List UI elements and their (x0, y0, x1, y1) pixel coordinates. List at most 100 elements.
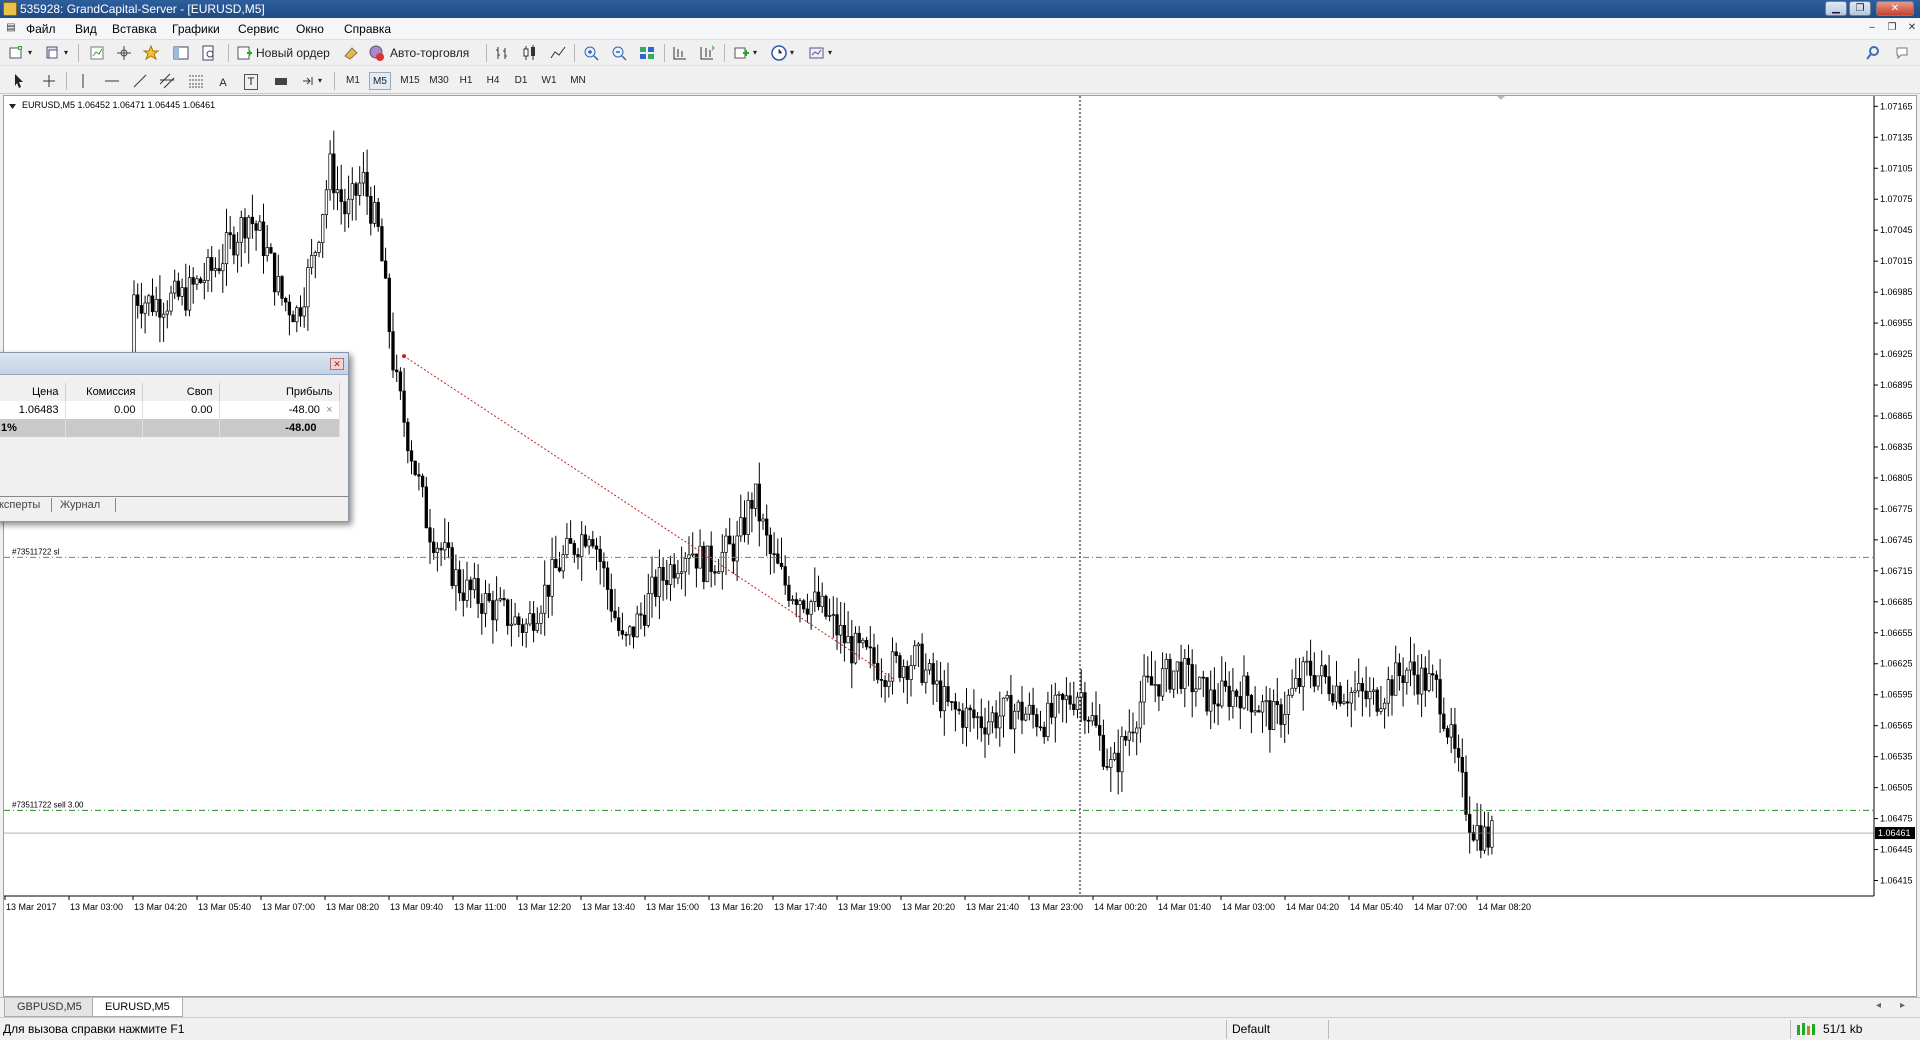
candle-body (302, 306, 306, 317)
table-row[interactable]: 1.06483 0.00 0.00 -48.00 × (0, 401, 340, 419)
timeframe-d1[interactable]: D1 (510, 72, 532, 90)
vertical-line-icon[interactable] (74, 72, 92, 90)
close-order-icon[interactable]: × (326, 404, 332, 416)
price-chart[interactable]: #73511722 sl #73511722 sell 3.00 1.06461 1… (4, 96, 1916, 996)
text-label-tool[interactable]: T (244, 74, 258, 90)
indicators-dropdown-icon[interactable]: ▾ (753, 44, 757, 62)
fibonacci-icon[interactable] (187, 72, 205, 90)
candle-body (317, 242, 321, 253)
mdi-minimize-icon[interactable]: – (1864, 22, 1880, 36)
menu-charts[interactable]: Графики (172, 22, 220, 36)
horizontal-line-icon[interactable] (103, 72, 121, 90)
chat-icon[interactable] (1894, 44, 1912, 62)
col-price[interactable]: Цена (0, 383, 66, 401)
strategy-tester-icon[interactable] (200, 44, 218, 62)
trade-history-line (403, 355, 895, 680)
autoscroll-icon[interactable] (698, 44, 716, 62)
timeframe-m5[interactable]: M5 (369, 72, 391, 90)
auto-trading-icon[interactable] (368, 44, 386, 62)
chart-window[interactable]: #73511722 sl #73511722 sell 3.00 1.06461 1… (3, 95, 1917, 997)
menu-file[interactable]: Файл (26, 22, 56, 36)
templates-icon[interactable] (808, 44, 826, 62)
close-button[interactable]: ✕ (1876, 1, 1914, 16)
tabs-scroll-left-icon[interactable]: ◂ (1876, 1000, 1881, 1011)
new-order-icon[interactable] (236, 44, 254, 62)
candle-body (1382, 702, 1387, 710)
chart-collapse-icon[interactable] (8, 102, 17, 111)
arrow-labels-icon[interactable] (272, 72, 290, 90)
candle-body (635, 613, 639, 638)
periods-dropdown-icon[interactable]: ▾ (790, 44, 794, 62)
crosshair-icon[interactable] (40, 72, 58, 90)
document-icon[interactable]: ▤ (3, 22, 19, 36)
terminal-window[interactable]: ✕ Цена Комиссия Своп Прибыль 1.06483 0.0… (0, 352, 349, 522)
shapes-icon[interactable] (300, 72, 318, 90)
cursor-arrow-icon[interactable] (10, 72, 28, 90)
periods-clock-icon[interactable] (770, 44, 788, 62)
chart-tab-eurusd[interactable]: EURUSD,M5 (92, 998, 183, 1017)
col-commission[interactable]: Комиссия (65, 383, 143, 401)
equidistant-channel-icon[interactable] (158, 72, 176, 90)
metaeditor-icon[interactable] (342, 44, 360, 62)
terminal-close-icon[interactable]: ✕ (330, 358, 344, 370)
candlesticks-icon[interactable] (521, 44, 539, 62)
crosshair-move-icon[interactable] (115, 44, 133, 62)
timeframe-mn[interactable]: MN (566, 72, 590, 90)
candle-body (927, 663, 932, 671)
menu-service[interactable]: Сервис (238, 22, 279, 36)
tile-windows-icon[interactable] (638, 44, 656, 62)
timeframe-h4[interactable]: H4 (482, 72, 504, 90)
profiles-icon[interactable] (44, 44, 62, 62)
time-tick-label: 13 Mar 04:20 (134, 902, 187, 912)
new-chart-dropdown-icon[interactable]: ▾ (28, 44, 32, 62)
timeframe-w1[interactable]: W1 (538, 72, 560, 90)
terminal-window-icon[interactable] (172, 44, 190, 62)
mdi-restore-icon[interactable]: ❐ (1884, 22, 1900, 36)
text-tool[interactable]: A (216, 74, 230, 92)
shapes-dropdown-icon[interactable]: ▾ (318, 72, 322, 90)
profiles-dropdown-icon[interactable]: ▾ (64, 44, 68, 62)
tab-experts[interactable]: ксперты (0, 499, 40, 511)
tab-journal[interactable]: Журнал (60, 499, 100, 511)
menu-help[interactable]: Справка (344, 22, 391, 36)
search-icon[interactable] (1864, 44, 1882, 62)
trend-line-icon[interactable] (131, 72, 149, 90)
minimize-button[interactable]: ▁ (1825, 1, 1847, 16)
timeframe-m15[interactable]: M15 (397, 72, 423, 90)
zoom-in-icon[interactable] (582, 44, 600, 62)
candle-body (720, 552, 724, 573)
menu-window[interactable]: Окно (296, 22, 324, 36)
candle-body (554, 559, 558, 569)
navigator-star-icon[interactable] (142, 44, 160, 62)
chart-shift-icon[interactable] (671, 44, 689, 62)
indicators-icon[interactable] (733, 44, 751, 62)
templates-dropdown-icon[interactable]: ▾ (828, 44, 832, 62)
col-swap[interactable]: Своп (142, 383, 220, 401)
status-profile[interactable]: Default (1232, 1022, 1270, 1036)
menu-view[interactable]: Вид (75, 22, 97, 36)
trade-open-marker (402, 354, 406, 359)
tabs-scroll-right-icon[interactable]: ▸ (1900, 1000, 1905, 1011)
market-watch-icon[interactable] (88, 44, 106, 62)
auto-trading-button[interactable]: Авто-торговля (390, 44, 480, 62)
cell-profit: -48.00 × (219, 401, 340, 419)
status-help-text: Для вызова справки нажмите F1 (3, 1022, 185, 1036)
menu-insert[interactable]: Вставка (112, 22, 157, 36)
timeframe-h1[interactable]: H1 (455, 72, 477, 90)
candle-body (1305, 660, 1309, 663)
mdi-close-icon[interactable]: ✕ (1904, 22, 1920, 36)
candle-body (1001, 697, 1006, 717)
bar-chart-icon[interactable] (493, 44, 511, 62)
candle-body (213, 268, 218, 271)
new-chart-icon[interactable] (8, 44, 26, 62)
line-chart-icon[interactable] (549, 44, 567, 62)
chart-tab-gbpusd[interactable]: GBPUSD,M5 (4, 998, 95, 1017)
new-order-button[interactable]: Новый ордер (256, 44, 334, 62)
restore-button[interactable]: ❐ (1849, 1, 1871, 16)
zoom-out-icon[interactable] (610, 44, 628, 62)
col-profit[interactable]: Прибыль (219, 383, 340, 401)
candle-body (1338, 685, 1342, 704)
candle-body (1386, 679, 1390, 704)
timeframe-m1[interactable]: M1 (342, 72, 364, 90)
timeframe-m30[interactable]: M30 (426, 72, 452, 90)
